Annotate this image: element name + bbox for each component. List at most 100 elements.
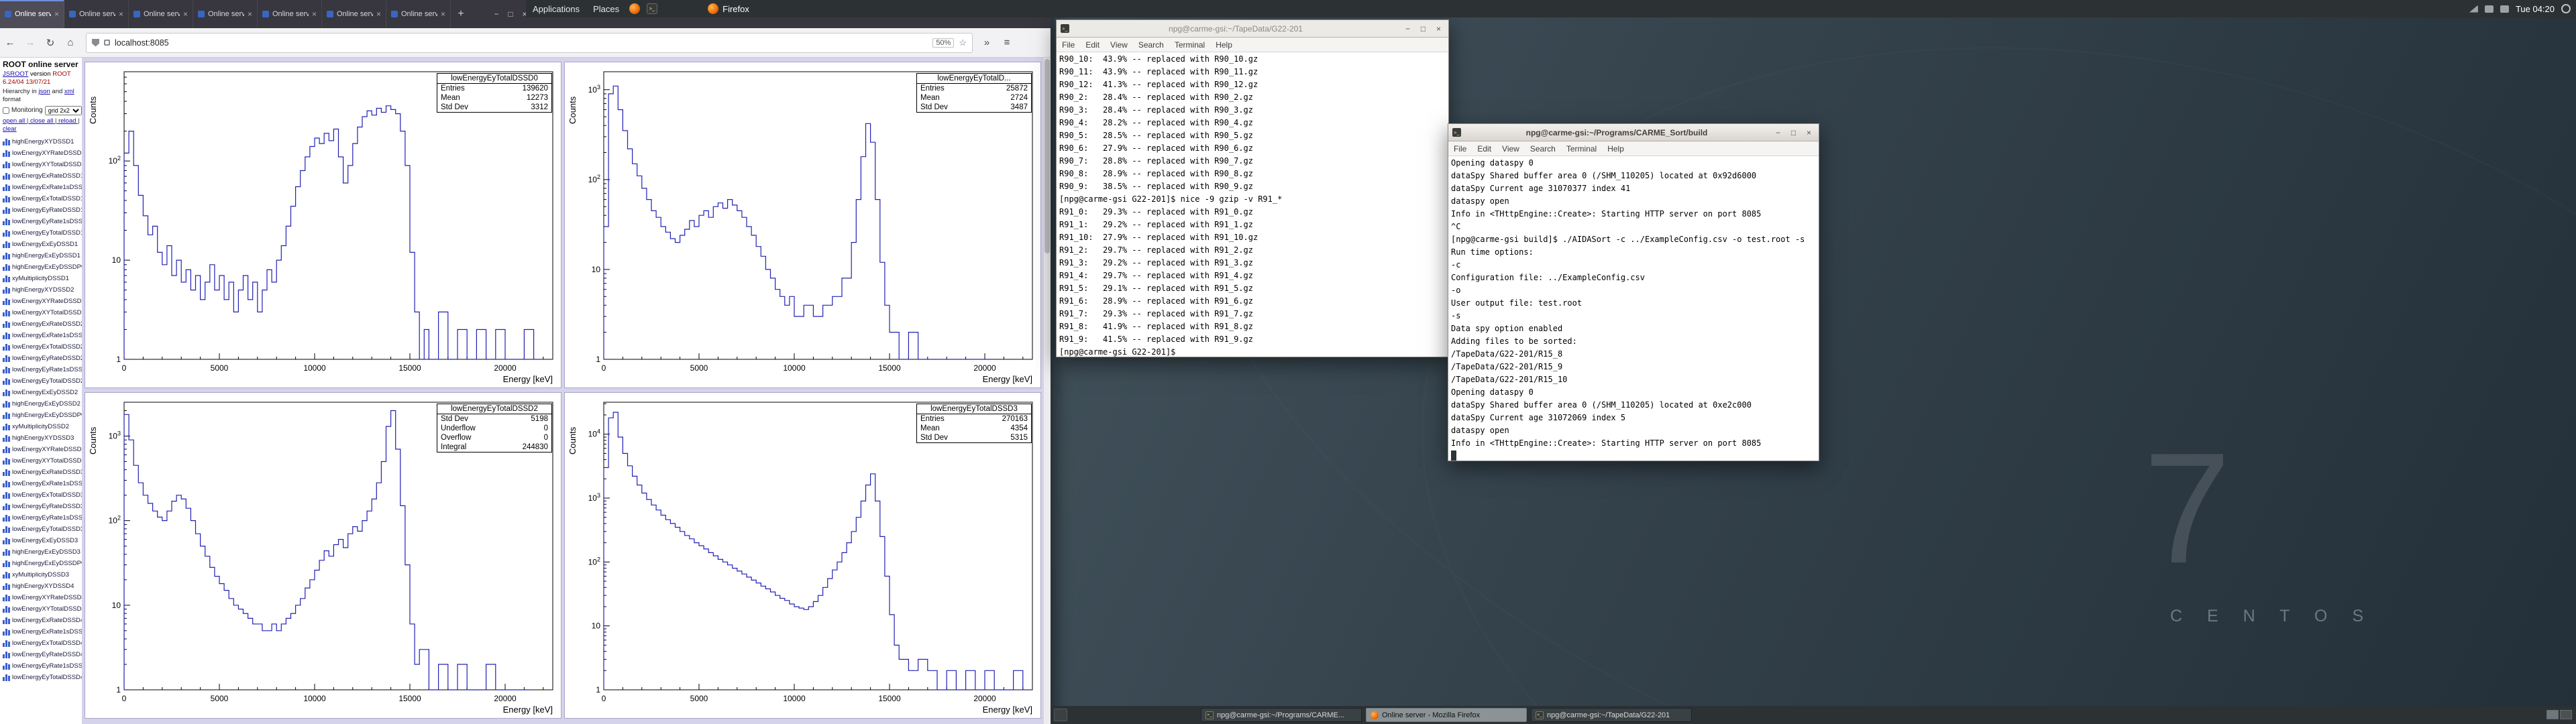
tree-item[interactable]: lowEnergyXYRateDSSD4 [3, 592, 82, 603]
close-icon[interactable]: × [1433, 24, 1444, 34]
tree-item[interactable]: lowEnergyExRate1sDSSD1 [3, 182, 82, 193]
new-tab-button[interactable]: + [451, 0, 471, 28]
terminal-launcher-icon[interactable]: >_ [647, 3, 658, 14]
tree-item[interactable]: lowEnergyXYTotalDSSD1 [3, 159, 82, 170]
workspace-2[interactable] [2560, 710, 2572, 719]
tree-item[interactable]: lowEnergyExRate1sDSSD3 [3, 478, 82, 489]
tree-item[interactable]: lowEnergyEyTotalDSSD2 [3, 375, 82, 387]
workspace-1[interactable] [2546, 710, 2559, 719]
browser-tab[interactable]: Online server [0, 0, 64, 28]
tree-item[interactable]: lowEnergyExRate1sDSSD2 [3, 330, 82, 341]
menu-item[interactable]: View [1105, 40, 1133, 50]
tree-item[interactable]: lowEnergyEyRateDSSD4 [3, 649, 82, 660]
power-icon[interactable] [2561, 4, 2571, 13]
tree-item[interactable]: lowEnergyEyRate1sDSSD2 [3, 364, 82, 375]
taskbar-button-terminal-tapedata[interactable]: >_ npg@carme-gsi:~/TapeData/G22-201 [1531, 708, 1692, 722]
minimize-icon[interactable]: − [492, 9, 501, 19]
tree-item[interactable]: highEnergyExEyDSSD2 [3, 398, 82, 410]
tree-item[interactable]: lowEnergyExRateDSSD2 [3, 318, 82, 330]
tree-item[interactable]: highEnergyExEyDSSDPwr2 [3, 410, 82, 421]
tree-item[interactable]: lowEnergyXYTotalDSSD2 [3, 307, 82, 318]
site-info-icon[interactable] [104, 40, 110, 46]
tab-close-icon[interactable] [54, 9, 59, 19]
tree-item[interactable]: lowEnergyExRateDSSD1 [3, 170, 82, 182]
menu-item[interactable]: Edit [1080, 40, 1105, 50]
minimize-icon[interactable]: − [1772, 128, 1784, 137]
tree-item[interactable]: xyMultiplicityDSSD3 [3, 569, 82, 581]
places-menu[interactable]: Places [586, 0, 626, 17]
tree-item[interactable]: lowEnergyEyRate1sDSSD4 [3, 660, 82, 672]
menu-item[interactable]: Terminal [1561, 144, 1602, 154]
menu-item[interactable]: File [1448, 144, 1472, 154]
tree-item[interactable]: lowEnergyExRate1sDSSD4 [3, 626, 82, 638]
close-icon[interactable]: × [1803, 128, 1815, 137]
maximize-icon[interactable]: □ [1788, 128, 1799, 137]
hamburger-menu-icon[interactable]: ≡ [997, 37, 1017, 48]
zoom-indicator[interactable]: 50% [932, 38, 955, 48]
maximize-icon[interactable]: □ [506, 9, 515, 19]
overflow-chevron-icon[interactable]: » [977, 37, 997, 48]
back-button[interactable]: ← [0, 37, 20, 48]
tracking-shield-icon[interactable] [92, 38, 99, 47]
forward-button[interactable]: → [20, 37, 40, 48]
tree-item[interactable]: highEnergyXYDSSD4 [3, 581, 82, 592]
json-link[interactable]: json [38, 88, 50, 95]
tree-item[interactable]: lowEnergyExTotalDSSD2 [3, 341, 82, 353]
tab-close-icon[interactable] [119, 9, 123, 19]
menu-item[interactable]: Search [1525, 144, 1561, 154]
tab-close-icon[interactable] [312, 9, 317, 19]
network-icon[interactable] [2469, 5, 2478, 13]
browser-tab[interactable]: Online server [193, 0, 258, 28]
tree-item[interactable]: lowEnergyEyRate1sDSSD1 [3, 216, 82, 227]
tree-item[interactable]: lowEnergyEyRateDSSD1 [3, 204, 82, 216]
menu-item[interactable]: Terminal [1169, 40, 1210, 50]
menu-item[interactable]: View [1497, 144, 1525, 154]
tree-item[interactable]: lowEnergyExTotalDSSD4 [3, 638, 82, 649]
terminal-output[interactable]: Opening dataspy 0 dataSpy Shared buffer a… [1448, 156, 1819, 461]
tree-item[interactable]: lowEnergyExTotalDSSD1 [3, 193, 82, 204]
reload-link[interactable]: reload [53, 117, 76, 125]
scrollbar-thumb[interactable] [1044, 59, 1050, 253]
terminal-titlebar[interactable]: >_ npg@carme-gsi:~/TapeData/G22-201 − □ … [1057, 20, 1448, 38]
tree-item[interactable]: lowEnergyXYRateDSSD1 [3, 147, 82, 159]
workspace-switcher[interactable] [2546, 710, 2572, 719]
tree-item[interactable]: xyMultiplicityDSSD1 [3, 273, 82, 284]
firefox-launcher-icon[interactable] [629, 3, 641, 14]
refresh-button[interactable]: ↻ [40, 37, 60, 49]
terminal-titlebar[interactable]: >_ npg@carme-gsi:~/Programs/CARME_Sort/b… [1448, 124, 1819, 141]
tree-item[interactable]: highEnergyXYDSSD1 [3, 136, 82, 147]
tree-item[interactable]: lowEnergyXYRateDSSD2 [3, 296, 82, 307]
tree-item[interactable]: lowEnergyExTotalDSSD3 [3, 489, 82, 501]
tree-item[interactable]: lowEnergyExRateDSSD4 [3, 615, 82, 626]
monitoring-checkbox[interactable] [3, 107, 9, 114]
close-all-link[interactable]: close all [25, 117, 53, 125]
tree-item[interactable]: lowEnergyExEyDSSD3 [3, 535, 82, 546]
notification-icon[interactable] [2500, 5, 2509, 13]
tab-close-icon[interactable] [248, 9, 252, 19]
menu-item[interactable]: Help [1602, 144, 1629, 154]
active-app-indicator[interactable]: Firefox [708, 3, 749, 14]
clock[interactable]: Tue 04:20 [2516, 4, 2555, 14]
browser-tab[interactable]: Online server [64, 0, 129, 28]
tab-close-icon[interactable] [376, 9, 381, 19]
xml-link[interactable]: xml [64, 88, 74, 95]
tree-item[interactable]: highEnergyExEyDSSD1 [3, 250, 82, 261]
tree-item[interactable]: highEnergyXYDSSD3 [3, 432, 82, 444]
jsroot-link[interactable]: JSROOT [3, 70, 28, 78]
tree-item[interactable]: lowEnergyXYRateDSSD3 [3, 444, 82, 455]
tree-item[interactable]: lowEnergyXYTotalDSSD3 [3, 455, 82, 467]
tree-item[interactable]: lowEnergyExEyDSSD2 [3, 387, 82, 398]
tree-item[interactable]: highEnergyExEyDSSDPwr3 [3, 558, 82, 569]
bookmark-star-icon[interactable]: ☆ [959, 38, 967, 48]
tree-item[interactable]: lowEnergyExEyDSSD1 [3, 239, 82, 250]
taskbar-button-terminal-carme[interactable]: >_ npg@carme-gsi:~/Programs/CARME... [1201, 708, 1362, 722]
menu-item[interactable]: Edit [1472, 144, 1497, 154]
taskbar-button-firefox[interactable]: Online server - Mozilla Firefox [1366, 708, 1527, 722]
terminal-output[interactable]: R90_10: 43.9% -- replaced with R90_10.gz… [1057, 52, 1448, 357]
maximize-icon[interactable]: □ [1417, 24, 1429, 34]
volume-icon[interactable] [2484, 5, 2493, 13]
menu-item[interactable]: File [1057, 40, 1080, 50]
browser-tab[interactable]: Online server [386, 0, 451, 28]
menu-item[interactable]: Search [1133, 40, 1169, 50]
page-scrollbar[interactable] [1044, 58, 1051, 724]
